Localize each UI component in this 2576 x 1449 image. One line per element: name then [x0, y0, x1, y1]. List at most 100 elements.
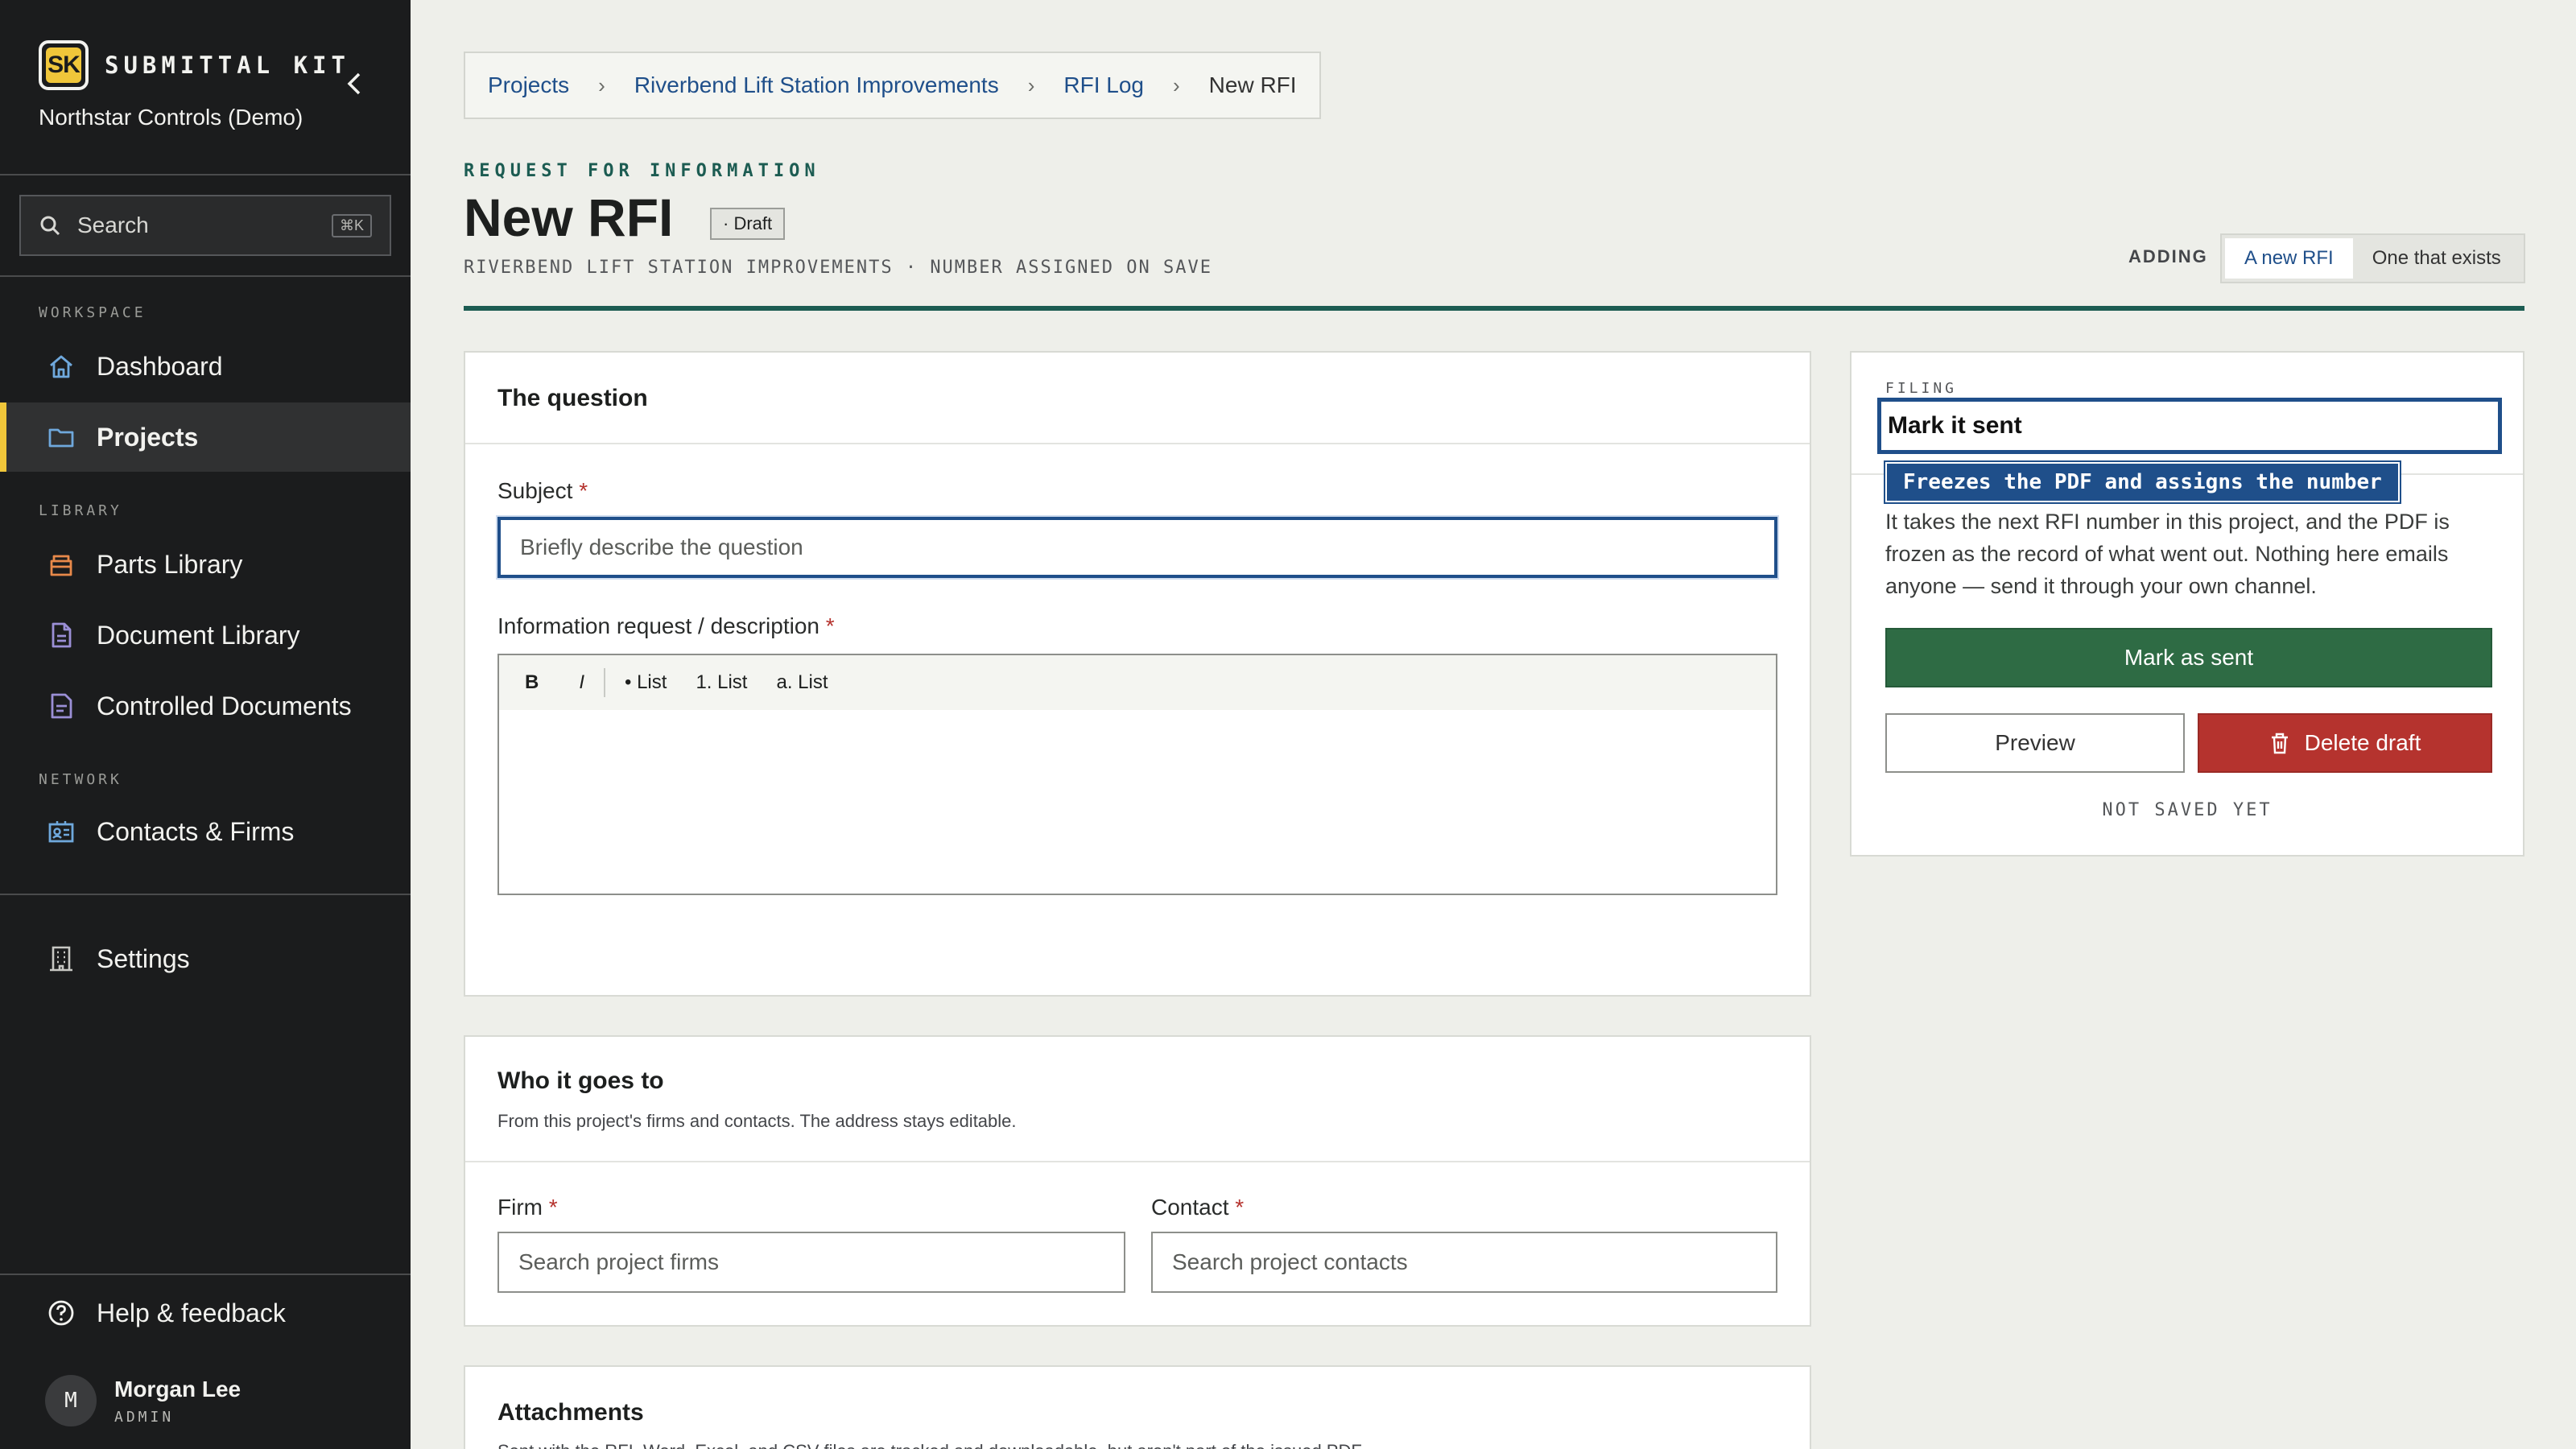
search-button[interactable]: Search ⌘K	[19, 195, 391, 256]
required-marker: *	[1235, 1195, 1245, 1220]
subject-input[interactable]: Briefly describe the question	[497, 517, 1777, 578]
chevron-right-icon: ›	[1027, 72, 1035, 97]
adding-toggle: A new RFI One that exists	[2220, 233, 2525, 283]
firm-label: Firm *	[497, 1195, 558, 1220]
controlled-document-icon	[45, 690, 77, 722]
section-label-workspace: WORKSPACE	[39, 304, 147, 321]
sidebar-item-help[interactable]: Help & feedback	[0, 1278, 411, 1348]
adding-option-new[interactable]: A new RFI	[2225, 238, 2353, 279]
search-shortcut: ⌘K	[331, 213, 372, 237]
brand-logo-text: SK	[46, 47, 81, 83]
breadcrumb-project[interactable]: Riverbend Lift Station Improvements	[634, 72, 999, 98]
filing-tooltip: Freezes the PDF and assigns the number	[1885, 462, 2400, 502]
sidebar-item-projects[interactable]: Projects	[0, 402, 411, 472]
brand[interactable]: SK SUBMITTAL KIT	[39, 40, 350, 90]
sidebar-item-label: Controlled Documents	[97, 691, 352, 720]
divider	[0, 174, 411, 175]
divider	[465, 443, 1810, 444]
divider	[0, 894, 411, 895]
breadcrumb: Projects › Riverbend Lift Station Improv…	[464, 52, 1321, 119]
toolbar-divider	[604, 668, 606, 697]
delete-draft-label: Delete draft	[2304, 730, 2421, 755]
filing-action-select[interactable]: Mark it sent	[1877, 398, 2502, 454]
breadcrumb-current: New RFI	[1208, 72, 1297, 97]
divider	[465, 1161, 1810, 1162]
org-name[interactable]: Northstar Controls (Demo)	[39, 105, 303, 130]
sidebar-item-label: Projects	[97, 422, 199, 452]
user-role: ADMIN	[114, 1408, 175, 1426]
building-icon	[45, 943, 77, 975]
bullet-list-button[interactable]: • List	[610, 671, 681, 694]
folder-icon	[45, 421, 77, 453]
attachments-note: Sent with the RFI. Word, Excel, and CSV …	[497, 1441, 1364, 1449]
subject-label: Subject *	[497, 478, 588, 504]
divider	[0, 275, 411, 277]
adding-label: ADDING	[2128, 246, 2208, 266]
page-title: New RFI	[464, 188, 674, 247]
numbered-list-button[interactable]: 1. List	[681, 671, 762, 694]
sidebar-item-dashboard[interactable]: Dashboard	[0, 332, 411, 401]
chevron-right-icon: ›	[598, 72, 605, 97]
sidebar-item-parts-library[interactable]: Parts Library	[0, 530, 411, 599]
user-profile[interactable]: M Morgan Lee ADMIN	[45, 1375, 241, 1426]
card-heading: Attachments	[497, 1399, 644, 1426]
italic-button[interactable]: I	[564, 671, 599, 694]
chevron-right-icon: ›	[1173, 72, 1180, 97]
brand-logo: SK	[39, 40, 89, 90]
breadcrumb-rfi-log[interactable]: RFI Log	[1063, 72, 1144, 98]
collapse-sidebar-button[interactable]	[338, 68, 370, 100]
document-icon	[45, 619, 77, 651]
sidebar-item-settings[interactable]: Settings	[0, 924, 411, 993]
section-label-network: NETWORK	[39, 771, 122, 788]
delete-draft-button[interactable]: Delete draft	[2198, 713, 2492, 773]
user-name: Morgan Lee	[114, 1376, 242, 1402]
divider	[0, 1274, 411, 1275]
sidebar-item-label: Contacts & Firms	[97, 816, 295, 846]
recipient-note: From this project's firms and contacts. …	[497, 1111, 1017, 1131]
status-badge: · Draft	[710, 208, 786, 240]
sidebar-item-document-library[interactable]: Document Library	[0, 601, 411, 670]
section-label-library: LIBRARY	[39, 502, 122, 519]
search-label: Search	[77, 213, 149, 237]
editor-toolbar: B I • List 1. List a. List	[497, 654, 1777, 712]
preview-button[interactable]: Preview	[1885, 713, 2185, 773]
sidebar-item-label: Help & feedback	[97, 1298, 286, 1327]
bold-button[interactable]: B	[510, 671, 553, 694]
question-card: The question Subject * Briefly describe …	[464, 351, 1811, 997]
contact-input[interactable]: Search project contacts	[1151, 1232, 1777, 1293]
home-icon	[45, 350, 77, 382]
sidebar: SK SUBMITTAL KIT Northstar Controls (Dem…	[0, 0, 411, 1449]
description-editor[interactable]	[497, 710, 1777, 895]
adding-option-existing[interactable]: One that exists	[2353, 238, 2520, 279]
page-subtitle: RIVERBEND LIFT STATION IMPROVEMENTS · NU…	[464, 258, 1212, 278]
filing-label: FILING	[1885, 380, 1958, 397]
brand-name: SUBMITTAL KIT	[105, 52, 350, 79]
card-heading: The question	[497, 385, 648, 411]
mark-as-sent-button[interactable]: Mark as sent	[1885, 628, 2492, 687]
sidebar-item-controlled-documents[interactable]: Controlled Documents	[0, 671, 411, 741]
header-rule	[464, 306, 2524, 311]
recipient-card: Who it goes to From this project's firms…	[464, 1035, 1811, 1327]
required-marker: *	[825, 613, 835, 638]
contact-label-text: Contact	[1151, 1195, 1229, 1220]
search-icon	[40, 216, 60, 236]
chevron-left-icon	[347, 72, 361, 95]
sidebar-item-label: Document Library	[97, 620, 300, 650]
contact-label: Contact *	[1151, 1195, 1244, 1220]
help-icon	[45, 1297, 77, 1329]
sidebar-item-label: Dashboard	[97, 351, 223, 381]
subject-label-text: Subject	[497, 478, 573, 503]
breadcrumb-projects[interactable]: Projects	[488, 72, 569, 98]
description-label-text: Information request / description	[497, 613, 819, 638]
filing-description: It takes the next RFI number in this pro…	[1885, 510, 2450, 598]
alpha-list-button[interactable]: a. List	[762, 671, 842, 694]
filing-card: FILING Mark it sent Freezes the PDF and …	[1850, 351, 2524, 857]
contact-card-icon	[45, 815, 77, 848]
firm-input[interactable]: Search project firms	[497, 1232, 1125, 1293]
sidebar-item-contacts-firms[interactable]: Contacts & Firms	[0, 797, 411, 866]
save-status: NOT SAVED YET	[2102, 800, 2273, 820]
sidebar-item-label: Settings	[97, 943, 190, 973]
description-label: Information request / description *	[497, 613, 835, 639]
page-eyebrow: REQUEST FOR INFORMATION	[464, 161, 820, 181]
card-heading: Who it goes to	[497, 1067, 664, 1094]
